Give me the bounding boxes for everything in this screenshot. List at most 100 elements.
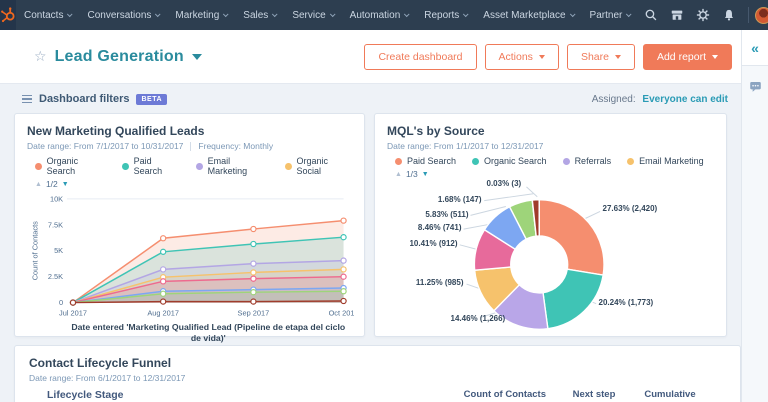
gear-icon[interactable] <box>690 0 716 30</box>
nav-item-sales[interactable]: Sales <box>235 0 284 30</box>
page-title[interactable]: Lead Generation <box>55 48 184 66</box>
pie-label: 11.25% (985) <box>415 278 464 287</box>
svg-text:10K: 10K <box>50 194 63 203</box>
chevron-down-icon <box>404 11 410 18</box>
collapsed-side-panel: « <box>741 30 768 402</box>
legend-dot <box>472 157 480 165</box>
legend-item[interactable]: Referrals <box>562 156 611 166</box>
pie-label: 20.24% (1,773) <box>598 298 654 307</box>
bell-icon[interactable] <box>716 0 742 30</box>
chart-legend: Paid Search Organic Search Referrals Ema… <box>395 156 714 166</box>
nav-item-partner[interactable]: Partner <box>582 0 639 30</box>
pie-label: 0.03% (3) <box>486 179 522 188</box>
column-count-of-contacts[interactable]: Count of Contacts <box>454 389 546 402</box>
legend-pager: ▲ 1/3 ▼ <box>395 169 714 179</box>
assigned-permission-link[interactable]: Everyone can edit <box>642 94 728 105</box>
legend-page-down-icon[interactable]: ▼ <box>422 171 429 178</box>
legend-dot <box>627 157 635 165</box>
legend-dot <box>284 162 292 170</box>
pie-label: 27.63% (2,420) <box>602 204 658 213</box>
svg-text:Oct 2017: Oct 2017 <box>329 308 354 317</box>
chevron-down-icon <box>463 11 469 18</box>
column-next-step-conversion[interactable]: Next step conversion <box>566 389 622 402</box>
search-icon[interactable] <box>638 0 664 30</box>
legend-dot <box>562 157 570 165</box>
legend-page-indicator: 1/2 <box>45 179 58 189</box>
report-title[interactable]: New Marketing Qualified Leads <box>27 124 352 138</box>
assigned-status: Assigned: Everyone can edit <box>591 93 728 105</box>
nav-item-contacts[interactable]: Contacts <box>16 0 79 30</box>
svg-text:7.5K: 7.5K <box>48 220 63 229</box>
chevron-down-icon <box>223 11 229 18</box>
legend-dot <box>35 162 42 170</box>
comments-icon[interactable] <box>742 80 768 93</box>
report-daterange: Date range: From 6/1/2017 to 12/31/2017 <box>29 373 186 383</box>
marketplace-icon[interactable] <box>664 0 690 30</box>
nav-item-automation[interactable]: Automation <box>342 0 417 30</box>
area-chart[interactable]: 0 2.5K 5K 7.5K 10K Jul 2017 Aug 2017 Sep 2017 Oc… <box>27 189 354 347</box>
nav-item-marketing[interactable]: Marketing <box>167 0 235 30</box>
report-card-new-mqls: New Marketing Qualified Leads Date range… <box>14 113 365 343</box>
reports-row: New Marketing Qualified Leads Date range… <box>0 111 768 343</box>
legend-item[interactable]: Email Marketing <box>627 156 704 166</box>
filters-icon <box>22 94 32 104</box>
legend-pager: ▲ 1/2 ▼ <box>35 179 352 189</box>
report-card-mqls-by-source: MQL's by Source Date range: From 1/1/201… <box>374 113 727 337</box>
chevron-down-icon <box>329 11 336 18</box>
report-title[interactable]: Contact Lifecycle Funnel <box>29 356 726 370</box>
legend-dot <box>395 157 402 165</box>
legend-item[interactable]: Paid Search <box>121 156 180 176</box>
legend-dot <box>121 162 129 170</box>
report-daterange: Date range: From 1/1/2017 to 12/31/2017 <box>387 141 544 151</box>
expand-panel-button[interactable]: « <box>742 30 768 66</box>
report-daterange: Date range: From 7/1/2017 to 10/31/2017 … <box>27 141 274 151</box>
nav-item-asset-marketplace[interactable]: Asset Marketplace <box>475 0 581 30</box>
header-actions: Create dashboard Actions Share Add repor… <box>364 43 732 70</box>
pie-label: 1.68% (147) <box>437 195 482 204</box>
svg-text:Count of Contacts: Count of Contacts <box>30 221 39 280</box>
svg-text:Date entered 'Marketing Qualif: Date entered 'Marketing Qualified Lead (… <box>71 322 345 332</box>
dashboard-filters-toggle[interactable]: Dashboard filters <box>39 93 129 105</box>
legend-dot <box>196 162 203 170</box>
dashboard-switcher-caret-icon[interactable] <box>191 53 202 60</box>
nav-item-conversations[interactable]: Conversations <box>79 0 167 30</box>
chevron-down-icon <box>569 11 576 18</box>
svg-text:Aug 2017: Aug 2017 <box>147 308 179 317</box>
legend-item[interactable]: Organic Search <box>472 156 547 166</box>
share-button[interactable]: Share <box>566 43 635 70</box>
hubspot-sprocket-icon <box>1 7 15 23</box>
legend-page-up-icon[interactable]: ▲ <box>35 181 42 188</box>
report-title[interactable]: MQL's by Source <box>387 124 714 138</box>
nav-item-service[interactable]: Service <box>284 0 341 30</box>
legend-item[interactable]: Email Marketing <box>196 156 269 176</box>
create-dashboard-button[interactable]: Create dashboard <box>364 43 477 70</box>
donut-chart[interactable] <box>391 181 711 343</box>
hubspot-logo[interactable] <box>0 0 16 30</box>
legend-item[interactable]: Organic Search <box>35 156 106 176</box>
nav-item-reports[interactable]: Reports <box>416 0 475 30</box>
svg-text:Sep 2017: Sep 2017 <box>238 308 270 317</box>
nav-menu: Contacts Conversations Marketing Sales S… <box>16 0 638 30</box>
double-chevron-left-icon: « <box>751 39 759 56</box>
favorite-star-icon[interactable]: ☆ <box>34 48 47 65</box>
avatar[interactable] <box>755 6 768 24</box>
dashboard-filters-row: Dashboard filters BETA Assigned: Everyon… <box>0 84 768 111</box>
actions-button[interactable]: Actions <box>484 43 559 70</box>
top-nav: Contacts Conversations Marketing Sales S… <box>0 0 768 30</box>
legend-item[interactable]: Organic Social <box>284 156 352 176</box>
column-cumulative-conversion[interactable]: Cumulative conversion <box>642 389 698 402</box>
dashboard-header: ☆ Lead Generation Create dashboard Actio… <box>0 30 768 84</box>
divider <box>190 141 192 151</box>
report-card-contact-lifecycle-funnel: Contact Lifecycle Funnel Date range: Fro… <box>14 345 741 402</box>
legend-page-down-icon[interactable]: ▼ <box>62 181 69 188</box>
legend-item[interactable]: Paid Search <box>395 156 456 166</box>
chevron-down-icon <box>614 54 621 59</box>
chevron-down-icon <box>155 11 161 18</box>
legend-page-up-icon[interactable]: ▲ <box>395 171 402 178</box>
chevron-down-icon <box>712 54 718 59</box>
pie-label: 14.46% (1,266) <box>450 314 506 323</box>
funnel-table-header: Lifecycle Stage Count of Contacts Next s… <box>29 389 726 402</box>
donut-chart-area: 0.03% (3) 1.68% (147) 5.83% (511) 8.46% … <box>391 179 711 343</box>
chart-legend: Organic Search Paid Search Email Marketi… <box>35 156 352 176</box>
add-report-button[interactable]: Add report <box>642 43 732 70</box>
